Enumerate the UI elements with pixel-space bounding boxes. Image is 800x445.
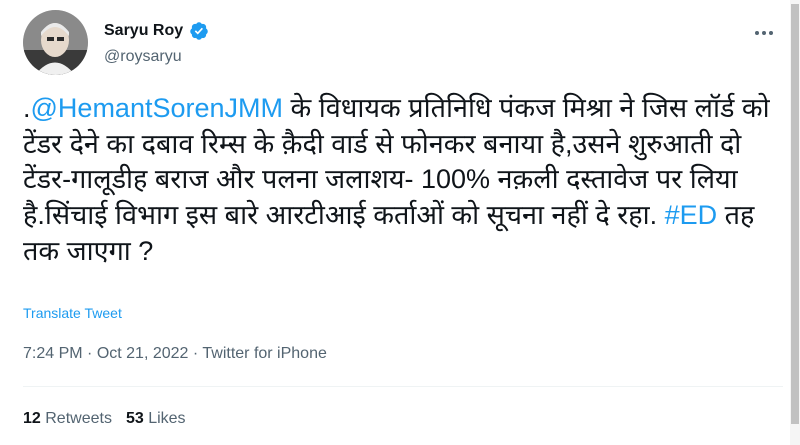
likes-label: Likes [148, 410, 186, 427]
tweet-source[interactable]: Twitter for iPhone [202, 345, 327, 362]
likes-count: 53 [125, 410, 144, 427]
retweets-label: Retweets [45, 410, 112, 427]
tweet-stats: 12 Retweets 53 Likes [23, 410, 186, 428]
tweet-text: .@HemantSorenJMM के विधायक प्रतिनिधि पंक… [23, 91, 783, 269]
meta-separator: · [188, 345, 203, 362]
scrollbar[interactable] [790, 0, 800, 445]
tweet-prefix: . [23, 93, 31, 123]
author-handle[interactable]: @roysaryu [104, 48, 182, 66]
mention-link[interactable]: @HemantSorenJMM [31, 93, 283, 123]
translate-tweet-link[interactable]: Translate Tweet [23, 305, 122, 321]
divider [23, 386, 783, 387]
author-name[interactable]: Saryu Roy [104, 22, 183, 40]
tweet-card: Saryu Roy @roysaryu .@HemantSorenJMM के … [0, 0, 800, 445]
likes-stat[interactable]: 53 Likes [126, 410, 186, 428]
retweets-stat[interactable]: 12 Retweets [23, 410, 112, 428]
hashtag-link[interactable]: #ED [665, 200, 718, 230]
tweet-date[interactable]: Oct 21, 2022 [97, 345, 189, 362]
verified-badge-icon [190, 22, 208, 40]
retweets-count: 12 [23, 410, 41, 427]
avatar[interactable] [23, 10, 88, 75]
tweet-metadata: 7:24 PM · Oct 21, 2022 · Twitter for iPh… [23, 345, 327, 363]
author-name-row: Saryu Roy [104, 21, 209, 41]
more-options-icon[interactable] [752, 21, 776, 45]
scrollbar-thumb[interactable] [791, 4, 799, 424]
meta-separator: · [82, 345, 97, 362]
tweet-time[interactable]: 7:24 PM [23, 345, 83, 362]
